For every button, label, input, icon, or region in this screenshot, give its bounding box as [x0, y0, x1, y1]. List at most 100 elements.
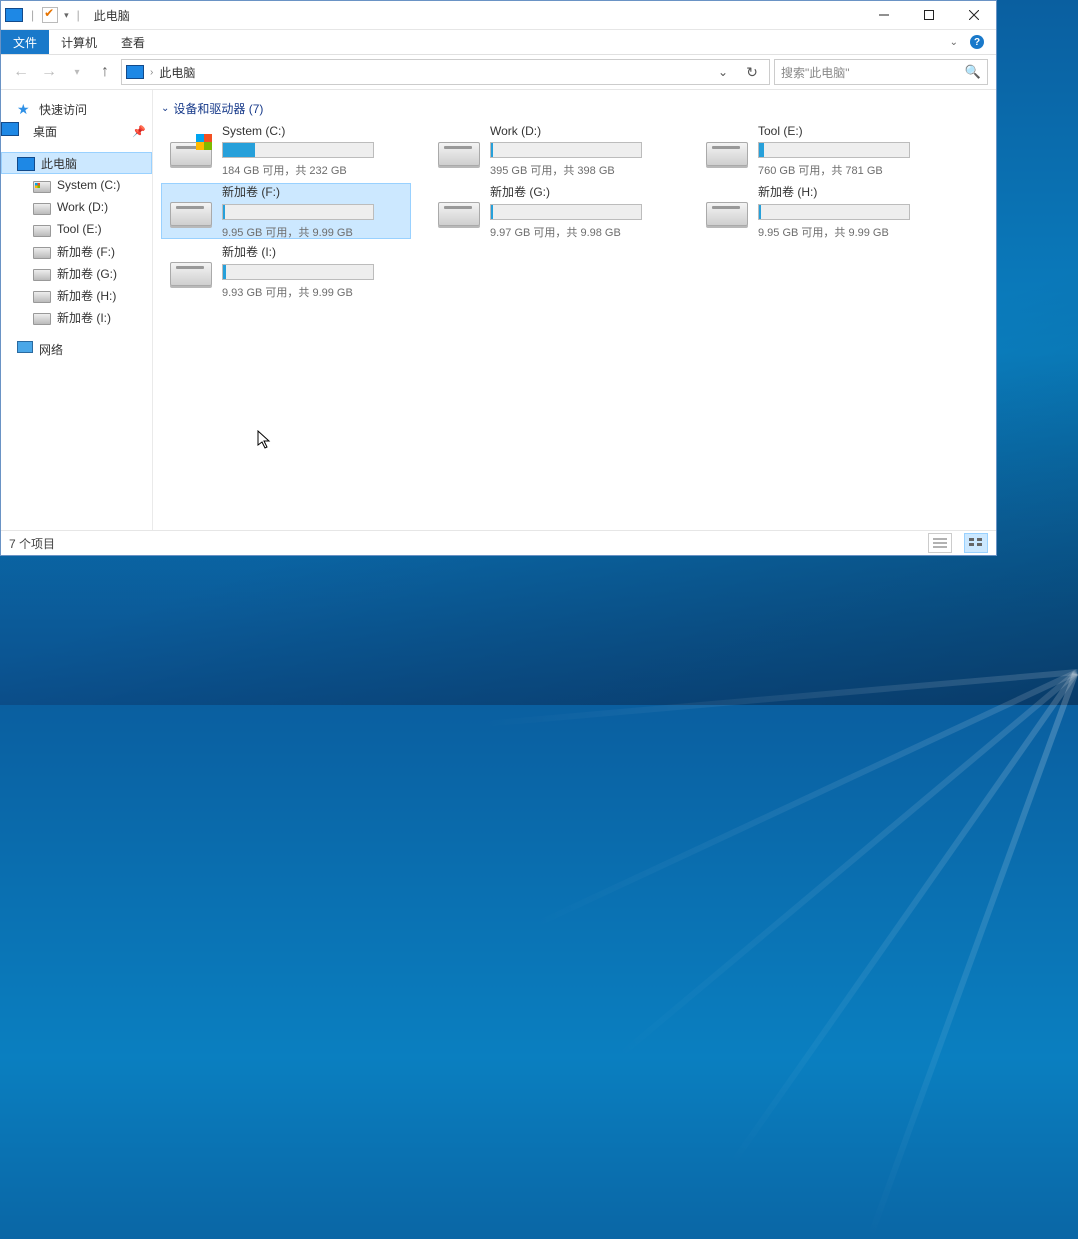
drive-tile[interactable]: 新加卷 (G:)9.97 GB 可用，共 9.98 GB: [429, 183, 679, 239]
sidebar-label: Tool (E:): [57, 222, 102, 236]
drive-name: 新加卷 (H:): [758, 183, 940, 200]
nav-forward-button[interactable]: →: [37, 60, 61, 84]
this-pc-icon: [5, 8, 23, 22]
drive-icon: [33, 269, 51, 281]
maximize-button[interactable]: [906, 1, 951, 29]
drive-icon: [704, 134, 748, 168]
capacity-bar: [222, 204, 374, 220]
drive-icon: [33, 181, 51, 193]
drive-info: 新加卷 (H:)9.95 GB 可用，共 9.99 GB: [758, 183, 940, 240]
capacity-bar: [490, 142, 642, 158]
desktop-icon: [1, 122, 19, 136]
status-text: 7 个项目: [9, 535, 55, 552]
drive-name: 新加卷 (I:): [222, 243, 404, 260]
minimize-button[interactable]: [861, 1, 906, 29]
sidebar-label: Work (D:): [57, 200, 108, 214]
sidebar-item-drive[interactable]: Work (D:): [1, 196, 152, 218]
sidebar-item-drive[interactable]: 新加卷 (F:): [1, 240, 152, 262]
nav-recent-dropdown[interactable]: ▾: [65, 60, 89, 84]
ribbon-expand-icon[interactable]: ⌄: [950, 37, 958, 48]
nav-up-button[interactable]: ↑: [93, 60, 117, 84]
close-button[interactable]: [951, 1, 996, 29]
drive-icon: [168, 194, 212, 228]
address-history-dropdown[interactable]: ⌄: [713, 65, 733, 79]
drive-tile[interactable]: Work (D:)395 GB 可用，共 398 GB: [429, 123, 679, 179]
drive-icon: [33, 203, 51, 215]
drive-tile[interactable]: System (C:)184 GB 可用，共 232 GB: [161, 123, 411, 179]
drive-info: Work (D:)395 GB 可用，共 398 GB: [490, 124, 672, 178]
window-title: 此电脑: [88, 7, 130, 24]
status-bar: 7 个项目: [1, 530, 996, 555]
drive-capacity-text: 184 GB 可用，共 232 GB: [222, 162, 404, 178]
title-bar[interactable]: | ▾ | 此电脑: [1, 1, 996, 30]
sidebar-label: 新加卷 (I:): [57, 309, 111, 326]
drive-tile[interactable]: 新加卷 (H:)9.95 GB 可用，共 9.99 GB: [697, 183, 947, 239]
chevron-down-icon: ⌄: [161, 103, 169, 114]
explorer-window: | ▾ | 此电脑 文件 计算机 查看 ⌄ ?: [0, 0, 997, 556]
this-pc-icon: [126, 65, 144, 79]
drive-icon: [33, 225, 51, 237]
search-placeholder: 搜索"此电脑": [781, 64, 965, 81]
sidebar-item-drive[interactable]: 新加卷 (G:): [1, 262, 152, 284]
drive-icon: [33, 247, 51, 259]
search-icon: 🔍: [965, 64, 981, 80]
sidebar-label: 新加卷 (F:): [57, 243, 115, 260]
sidebar-item-quick-access[interactable]: 快速访问: [1, 98, 152, 120]
ribbon-tab-computer[interactable]: 计算机: [49, 30, 109, 54]
navigation-pane: 快速访问 桌面 📌 此电脑 System (C:) Work (D:) Tool (…: [1, 90, 153, 530]
view-details-button[interactable]: [928, 533, 952, 553]
sidebar-label: 快速访问: [39, 101, 87, 118]
sidebar-item-this-pc[interactable]: 此电脑: [1, 152, 152, 174]
address-box[interactable]: › 此电脑 ⌄ ↻: [121, 59, 770, 85]
qat-properties-icon[interactable]: [42, 7, 58, 23]
drive-tile[interactable]: Tool (E:) 760 GB 可用，共 781 GB: [697, 123, 947, 179]
drive-capacity-text: 9.93 GB 可用，共 9.99 GB: [222, 284, 404, 300]
drive-info: System (C:)184 GB 可用，共 232 GB: [222, 124, 404, 178]
sidebar-label: 此电脑: [41, 155, 77, 172]
nav-back-button[interactable]: ←: [9, 60, 33, 84]
drive-icon: [33, 313, 51, 325]
ribbon: 文件 计算机 查看 ⌄ ?: [1, 30, 996, 55]
group-title: 设备和驱动器 (7): [173, 100, 263, 117]
capacity-bar: [758, 204, 910, 220]
drive-name: 新加卷 (F:): [222, 183, 404, 200]
network-icon: [17, 341, 33, 357]
group-header-devices[interactable]: ⌄ 设备和驱动器 (7): [161, 96, 986, 123]
capacity-bar: [758, 142, 910, 158]
search-input[interactable]: 搜索"此电脑" 🔍: [774, 59, 988, 85]
address-bar: ← → ▾ ↑ › 此电脑 ⌄ ↻ 搜索"此电脑" 🔍: [1, 55, 996, 90]
drive-tile[interactable]: 新加卷 (F:) 9.95 GB 可用，共 9.99 GB: [161, 183, 411, 239]
view-tiles-button[interactable]: [964, 533, 988, 553]
address-location: 此电脑: [159, 64, 195, 81]
mouse-cursor-icon: [257, 430, 273, 453]
content-area[interactable]: ⌄ 设备和驱动器 (7) System (C:)184 GB 可用，共 232 …: [153, 90, 996, 530]
sidebar-item-network[interactable]: 网络: [1, 338, 152, 360]
star-icon: [17, 101, 33, 117]
drive-capacity-text: 760 GB 可用，共 781 GB: [758, 162, 940, 178]
drive-capacity-text: 9.95 GB 可用，共 9.99 GB: [222, 224, 404, 240]
help-icon[interactable]: ?: [970, 35, 984, 49]
drive-tile[interactable]: 新加卷 (I:) 9.93 GB 可用，共 9.99 GB: [161, 243, 411, 299]
capacity-bar: [490, 204, 642, 220]
sidebar-item-drive[interactable]: 新加卷 (I:): [1, 306, 152, 328]
ribbon-tab-view[interactable]: 查看: [109, 30, 157, 54]
drive-info: 新加卷 (F:) 9.95 GB 可用，共 9.99 GB: [222, 183, 404, 240]
chevron-right-icon: ›: [150, 67, 153, 78]
drive-capacity-text: 9.97 GB 可用，共 9.98 GB: [490, 224, 672, 240]
drive-name: Tool (E:): [758, 124, 940, 138]
sidebar-item-drive[interactable]: System (C:): [1, 174, 152, 196]
tiles-icon: [969, 538, 983, 548]
sidebar-item-drive[interactable]: 新加卷 (H:): [1, 284, 152, 306]
refresh-button[interactable]: ↻: [739, 64, 765, 81]
ribbon-tab-file[interactable]: 文件: [1, 30, 49, 54]
qat-dropdown-icon[interactable]: ▾: [62, 10, 69, 21]
capacity-bar: [222, 142, 374, 158]
drive-icon: [168, 254, 212, 288]
sidebar-label: 桌面: [33, 123, 57, 140]
title-divider: |: [73, 8, 84, 22]
title-divider: |: [27, 8, 38, 22]
drive-icon: [168, 134, 212, 168]
sidebar-item-desktop[interactable]: 桌面 📌: [1, 120, 152, 142]
sidebar-item-drive[interactable]: Tool (E:): [1, 218, 152, 240]
sidebar-label: 新加卷 (H:): [57, 287, 116, 304]
